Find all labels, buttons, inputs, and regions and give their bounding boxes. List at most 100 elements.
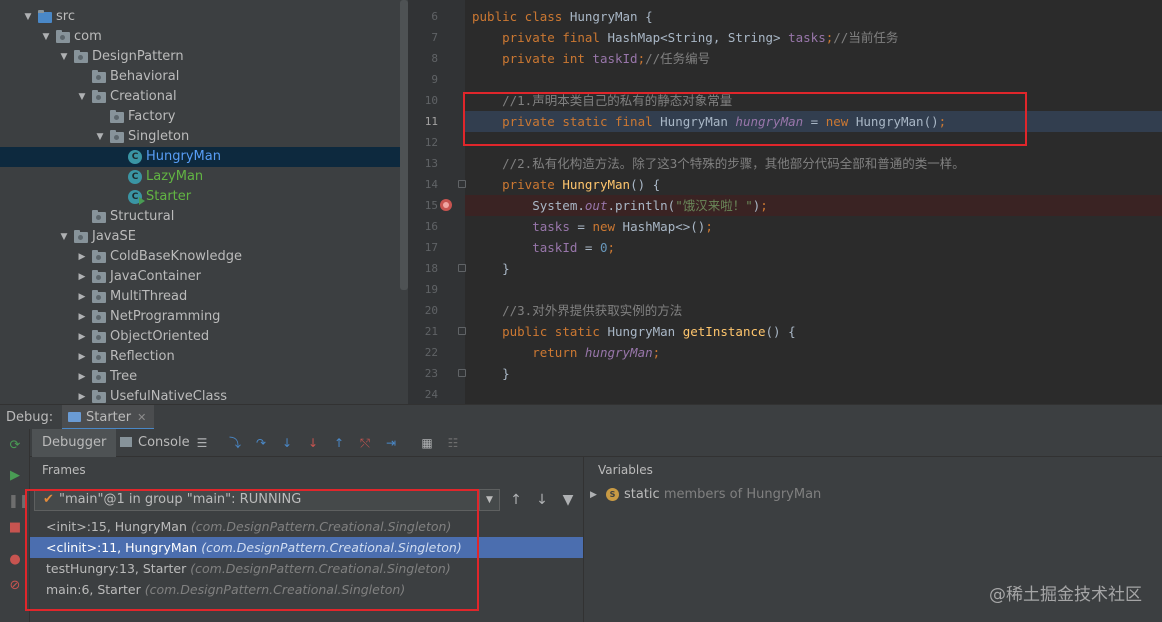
code-line[interactable]: public class HungryMan { <box>465 6 1162 27</box>
fold-icon[interactable] <box>458 369 466 377</box>
stop-icon[interactable]: ■ <box>8 521 22 535</box>
tree-item[interactable]: ▶ ColdBaseKnowledge <box>0 247 400 267</box>
chevron-right-icon[interactable]: ▶ <box>76 387 88 404</box>
code-line[interactable] <box>465 384 1162 404</box>
tree-item[interactable]: ▶ Tree <box>0 367 400 387</box>
tree-item[interactable]: C Starter <box>0 187 400 207</box>
tree-item[interactable]: ▶ NetProgramming <box>0 307 400 327</box>
drop-frame-icon[interactable]: ⤲ <box>358 436 372 450</box>
tree-item[interactable]: C HungryMan <box>0 147 400 167</box>
tab-console[interactable]: Console <box>110 429 200 457</box>
code-line[interactable]: //2.私有化构造方法。除了这3个特殊的步骤，其他部分代码全部和普通的类一样。 <box>465 153 1162 174</box>
tree-item[interactable]: C LazyMan <box>0 167 400 187</box>
chevron-right-icon[interactable]: ▶ <box>76 247 88 267</box>
show-execution-point-icon[interactable]: ⤵ <box>228 436 242 450</box>
fold-icon[interactable] <box>458 264 466 272</box>
tree-item[interactable]: ▼ Singleton <box>0 127 400 147</box>
frame-row[interactable]: testHungry:13, Starter (com.DesignPattern… <box>30 558 583 579</box>
frame-row[interactable]: <init>:15, HungryMan (com.DesignPattern.C… <box>30 516 583 537</box>
expand-arrow-icon[interactable]: ▶ <box>590 485 597 505</box>
tree-item[interactable]: ▼ Creational <box>0 87 400 107</box>
chevron-right-icon[interactable]: ▶ <box>76 347 88 367</box>
chevron-right-icon[interactable]: ▶ <box>76 267 88 287</box>
fold-icon[interactable] <box>458 327 466 335</box>
tree-item[interactable]: ▼ src <box>0 7 400 27</box>
chevron-down-icon[interactable]: ▼ <box>22 7 34 27</box>
tree-item-label: Factory <box>128 109 176 124</box>
code-line[interactable]: //1.声明本类自己的私有的静态对象常量 <box>465 90 1162 111</box>
view-breakpoints-icon[interactable]: ● <box>8 553 22 567</box>
package-icon <box>92 270 106 283</box>
code-line[interactable]: public static HungryMan getInstance() { <box>465 321 1162 342</box>
code-line[interactable]: taskId = 0; <box>465 237 1162 258</box>
frame-row[interactable]: main:6, Starter (com.DesignPattern.Creati… <box>30 579 583 600</box>
chevron-down-icon[interactable]: ▼ <box>94 127 106 147</box>
chevron-right-icon[interactable]: ▶ <box>76 367 88 387</box>
line-number: 16 <box>424 220 438 233</box>
rerun-icon[interactable]: ⟳ <box>8 439 22 453</box>
package-icon <box>92 370 106 383</box>
thread-selector[interactable]: ✔ "main"@1 in group "main": RUNNING ▼ <box>34 489 500 511</box>
tree-item[interactable]: ▼ com <box>0 27 400 47</box>
chevron-down-icon[interactable]: ▼ <box>76 87 88 107</box>
tree-item[interactable]: Structural <box>0 207 400 227</box>
chevron-right-icon[interactable]: ▶ <box>76 307 88 327</box>
code-line[interactable] <box>465 279 1162 300</box>
class-icon: C <box>128 170 142 184</box>
debug-session-tab[interactable]: Starter ✕ <box>62 405 155 430</box>
code-line[interactable]: private HungryMan() { <box>465 174 1162 195</box>
tree-item[interactable]: Behavioral <box>0 67 400 87</box>
line-number: 23 <box>424 367 438 380</box>
code-line[interactable]: } <box>465 363 1162 384</box>
code-line[interactable]: return hungryMan; <box>465 342 1162 363</box>
code-line[interactable]: System.out.println("饿汉来啦！"); <box>465 195 1162 216</box>
chevron-down-icon[interactable]: ▼ <box>40 27 52 47</box>
code-line[interactable] <box>465 132 1162 153</box>
filter-icon[interactable]: ▼ <box>560 492 576 508</box>
chevron-down-icon[interactable]: ▼ <box>58 227 70 247</box>
tree-item[interactable]: ▶ UsefulNativeClass <box>0 387 400 404</box>
trace-icon[interactable]: ☷ <box>446 436 460 450</box>
chevron-down-icon[interactable]: ▼ <box>479 490 499 510</box>
code-line[interactable]: private final HashMap<String, String> ta… <box>465 27 1162 48</box>
line-number: 15 <box>424 199 438 212</box>
tree-item[interactable]: ▶ Reflection <box>0 347 400 367</box>
code-line[interactable] <box>465 69 1162 90</box>
tree-item[interactable]: ▶ JavaContainer <box>0 267 400 287</box>
tree-item[interactable]: ▼ DesignPattern <box>0 47 400 67</box>
code-line[interactable]: } <box>465 258 1162 279</box>
tree-item[interactable]: ▶ ObjectOriented <box>0 327 400 347</box>
step-over-icon[interactable]: ↷ <box>254 436 268 450</box>
evaluate-expression-icon[interactable]: ▦ <box>420 436 434 450</box>
code-line[interactable]: //3.对外界提供获取实例的方法 <box>465 300 1162 321</box>
scrollbar[interactable] <box>400 0 408 290</box>
resume-icon[interactable]: ▶ <box>8 469 22 483</box>
step-into-icon[interactable]: ↓ <box>280 436 294 450</box>
tree-item[interactable]: Factory <box>0 107 400 127</box>
tree-item[interactable]: ▼ JavaSE <box>0 227 400 247</box>
tree-item[interactable]: ▶ MultiThread <box>0 287 400 307</box>
tab-debugger[interactable]: Debugger <box>32 429 117 457</box>
code-editor[interactable]: public class HungryMan { private final H… <box>465 0 1162 404</box>
pause-icon[interactable]: ❚❚ <box>8 495 30 509</box>
code-line[interactable]: private static final HungryMan hungryMan… <box>465 111 1162 132</box>
run-config-icon <box>68 412 81 422</box>
close-icon[interactable]: ✕ <box>137 411 146 424</box>
arrow-up-icon[interactable]: ↑ <box>508 492 524 508</box>
chevron-right-icon[interactable]: ▶ <box>76 327 88 347</box>
force-step-into-icon[interactable]: ↓ <box>306 436 320 450</box>
variable-row[interactable]: ▶ S static members of HungryMan <box>584 485 1162 505</box>
step-out-icon[interactable]: ↑ <box>332 436 346 450</box>
chevron-down-icon[interactable]: ▼ <box>58 47 70 67</box>
mute-breakpoints-icon[interactable]: ⊘ <box>8 579 22 593</box>
fold-icon[interactable] <box>458 180 466 188</box>
breakpoint-icon[interactable] <box>440 199 452 211</box>
chevron-right-icon[interactable]: ▶ <box>76 287 88 307</box>
tree-item-label: NetProgramming <box>110 309 221 324</box>
arrow-down-icon[interactable]: ↓ <box>534 492 550 508</box>
code-line[interactable]: private int taskId;//任务编号 <box>465 48 1162 69</box>
frame-row[interactable]: <clinit>:11, HungryMan (com.DesignPattern… <box>30 537 583 558</box>
code-line[interactable]: tasks = new HashMap<>(); <box>465 216 1162 237</box>
layout-menu-icon[interactable]: ☰ <box>195 436 209 450</box>
run-to-cursor-icon[interactable]: ⇥ <box>384 436 398 450</box>
